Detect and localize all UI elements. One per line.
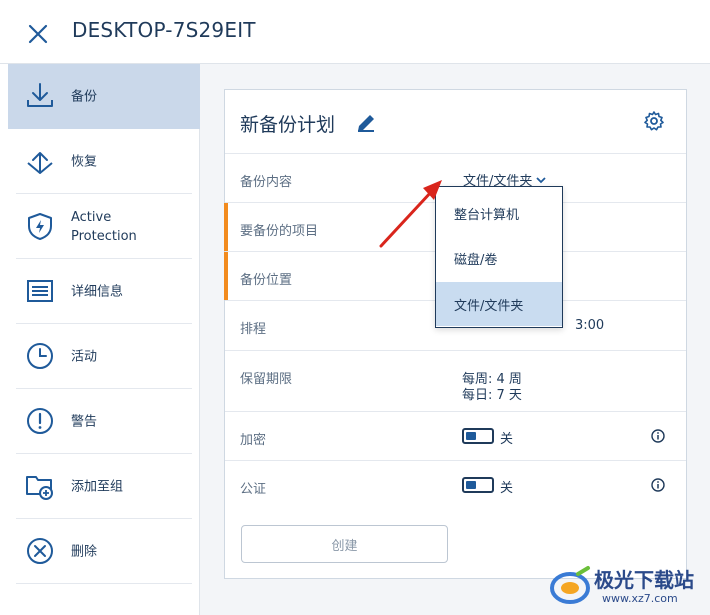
dropdown-option-disks-volumes[interactable]: 磁盘/卷 <box>436 236 562 280</box>
info-icon[interactable] <box>651 429 665 443</box>
watermark-logo-icon <box>550 566 590 604</box>
sidebar-item-label: 恢复 <box>71 154 98 169</box>
recover-upload-icon <box>27 152 53 174</box>
sidebar-item-label: 添加至组 <box>71 479 124 494</box>
notary-toggle[interactable] <box>462 477 494 493</box>
sidebar-item-label: 详细信息 <box>71 284 124 299</box>
sidebar: 备份 恢复 Active Protection 详细信息 活动 警告 添加至组 … <box>8 64 200 615</box>
row-encryption: 加密 关 <box>225 411 686 460</box>
sidebar-item-warnings[interactable]: 警告 <box>8 389 200 454</box>
backup-content-dropdown: 整台计算机 磁盘/卷 文件/文件夹 <box>435 186 563 328</box>
backup-plan-panel: 新备份计划 备份内容 要备份的项目 备份位置 排程 3:00 保留期限 每周: … <box>224 89 687 579</box>
site-watermark: 极光下载站 www.xz7.com <box>548 560 708 612</box>
sidebar-item-add-to-group[interactable]: 添加至组 <box>8 454 200 519</box>
gear-icon[interactable] <box>643 110 665 132</box>
delete-x-icon <box>27 538 53 564</box>
dropdown-option-entire-computer[interactable]: 整台计算机 <box>436 191 562 235</box>
sidebar-item-label: Active Protection <box>71 209 137 244</box>
dropdown-option-files-folders[interactable]: 文件/文件夹 <box>436 282 562 326</box>
divider <box>16 583 192 584</box>
sidebar-item-delete[interactable]: 删除 <box>8 519 200 584</box>
encryption-toggle-label: 关 <box>500 432 514 447</box>
sidebar-item-recover[interactable]: 恢复 <box>8 129 200 194</box>
window-header: DESKTOP-7S29EIT <box>0 0 710 64</box>
row-retention[interactable]: 保留期限 每周: 4 周 每日: 7 天 <box>225 350 686 411</box>
shield-bolt-icon <box>28 213 52 240</box>
notary-toggle-label: 关 <box>500 481 514 496</box>
warning-icon <box>27 408 53 434</box>
watermark-url: www.xz7.com <box>602 592 678 605</box>
watermark-text: 极光下载站 <box>594 568 694 592</box>
create-button[interactable]: 创建 <box>241 525 448 563</box>
plan-title: 新备份计划 <box>240 114 336 136</box>
sidebar-item-activity[interactable]: 活动 <box>8 324 200 389</box>
retention-daily: 每日: 7 天 <box>462 388 522 403</box>
pencil-edit-icon[interactable] <box>355 112 377 134</box>
close-icon[interactable] <box>24 20 52 48</box>
page-title: DESKTOP-7S29EIT <box>72 18 256 42</box>
clock-icon <box>27 343 53 369</box>
window-edge <box>0 64 8 615</box>
sidebar-item-label: 警告 <box>71 414 98 429</box>
sidebar-item-label: 删除 <box>71 544 98 559</box>
sidebar-item-backup[interactable]: 备份 <box>8 64 200 129</box>
sidebar-item-active-protection[interactable]: Active Protection <box>8 194 200 259</box>
sidebar-item-label: 备份 <box>71 89 98 104</box>
folder-add-icon <box>26 476 53 500</box>
chevron-down-icon <box>536 176 547 183</box>
backup-download-icon <box>27 83 53 107</box>
info-icon[interactable] <box>651 478 665 492</box>
details-list-icon <box>27 280 53 302</box>
sidebar-item-details[interactable]: 详细信息 <box>8 259 200 324</box>
schedule-value: 3:00 <box>575 318 605 333</box>
encryption-toggle[interactable] <box>462 428 494 444</box>
sidebar-item-label: 活动 <box>71 349 98 364</box>
row-notary: 公证 关 <box>225 460 686 509</box>
